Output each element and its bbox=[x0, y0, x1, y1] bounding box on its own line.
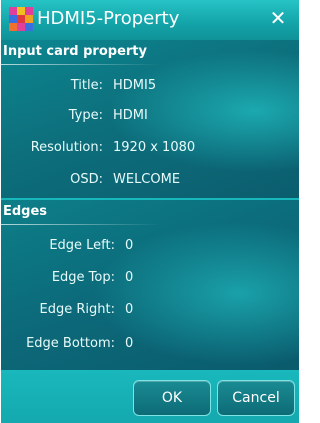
edges-section: Edges Edge Left: 0 Edge Top: 0 Edge Righ… bbox=[1, 200, 299, 370]
row-type: Type: HDMI bbox=[1, 104, 299, 128]
row-edge-bottom: Edge Bottom: 0 bbox=[1, 332, 299, 356]
input-card-header: Input card property bbox=[3, 44, 147, 59]
input-card-section: Input card property Title: HDMI5 Type: H… bbox=[1, 40, 299, 198]
edge-left-label: Edge Left: bbox=[49, 238, 115, 253]
close-icon: ✕ bbox=[269, 6, 287, 30]
edges-header: Edges bbox=[3, 204, 48, 219]
type-value: HDMI bbox=[113, 108, 148, 123]
type-label: Type: bbox=[68, 108, 103, 123]
title-label: Title: bbox=[70, 78, 103, 93]
ok-button[interactable]: OK bbox=[133, 380, 211, 416]
row-edge-left: Edge Left: 0 bbox=[1, 234, 299, 258]
edge-right-label: Edge Right: bbox=[39, 302, 115, 317]
edge-left-value: 0 bbox=[125, 238, 134, 253]
row-osd: OSD: WELCOME bbox=[1, 168, 299, 192]
edge-top-value: 0 bbox=[125, 270, 134, 285]
resolution-label: Resolution: bbox=[30, 140, 103, 155]
row-edge-top: Edge Top: 0 bbox=[1, 266, 299, 290]
dialog-footer: OK Cancel bbox=[1, 370, 299, 423]
resolution-value: 1920 x 1080 bbox=[113, 140, 196, 155]
cancel-button[interactable]: Cancel bbox=[217, 380, 295, 416]
row-edge-right: Edge Right: 0 bbox=[1, 298, 299, 322]
edge-top-label: Edge Top: bbox=[51, 270, 115, 285]
header-underline bbox=[1, 224, 161, 225]
edge-right-value: 0 bbox=[125, 302, 134, 317]
row-title: Title: HDMI5 bbox=[1, 74, 299, 98]
title-bar: HDMI5-Property ✕ bbox=[1, 0, 299, 40]
window-title: HDMI5-Property bbox=[37, 8, 180, 29]
close-button[interactable]: ✕ bbox=[267, 6, 289, 30]
title-value: HDMI5 bbox=[113, 78, 157, 93]
edge-bottom-value: 0 bbox=[125, 336, 134, 351]
row-resolution: Resolution: 1920 x 1080 bbox=[1, 136, 299, 160]
header-underline bbox=[1, 64, 161, 65]
osd-value: WELCOME bbox=[113, 172, 181, 187]
property-dialog: HDMI5-Property ✕ Input card property Tit… bbox=[1, 0, 299, 423]
edge-bottom-label: Edge Bottom: bbox=[26, 336, 115, 351]
app-icon bbox=[9, 7, 33, 31]
osd-label: OSD: bbox=[70, 172, 103, 187]
